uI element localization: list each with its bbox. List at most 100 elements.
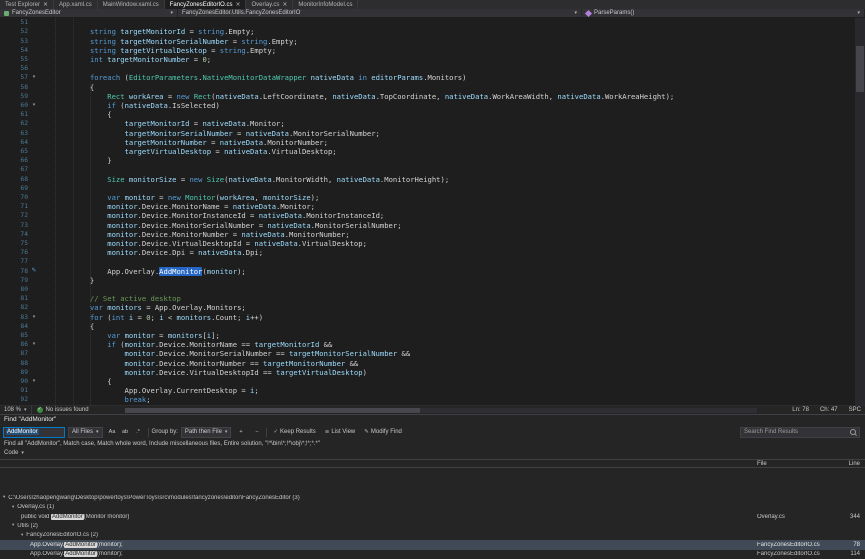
code-line[interactable]: 70 var monitor = new Monitor(workArea, m… (0, 193, 855, 202)
line-number[interactable]: 84 (0, 323, 30, 330)
code-line[interactable]: 78✎ App.Overlay.AddMonitor(monitor); (0, 266, 855, 275)
line-number[interactable]: 54 (0, 47, 30, 54)
code-line[interactable]: 67 (0, 165, 855, 174)
expander-icon[interactable]: ▾ (21, 533, 23, 538)
tab-mainwindow-xaml-cs[interactable]: MainWindow.xaml.cs (98, 0, 165, 9)
code-line[interactable]: 63 targetMonitorSerialNumber = nativeDat… (0, 128, 855, 137)
code-line[interactable]: 79 } (0, 276, 855, 285)
close-icon[interactable]: × (43, 2, 48, 8)
fold-icon[interactable]: ▾ (30, 75, 38, 80)
code-line[interactable]: 51 (0, 18, 855, 27)
tab-test-explorer[interactable]: Test Explorer× (0, 0, 54, 9)
line-number[interactable]: 71 (0, 203, 30, 210)
regex-button[interactable]: .* (132, 427, 145, 438)
collapse-all-button[interactable]: − (250, 427, 263, 438)
code-line[interactable]: 92 break; (0, 395, 855, 404)
code-line[interactable]: 60▾ if (nativeData.IsSelected) (0, 101, 855, 110)
whole-word-button[interactable]: ab (119, 427, 132, 438)
code-line[interactable]: 71 monitor.Device.MonitorName = nativeDa… (0, 202, 855, 211)
code-line[interactable]: 72 monitor.Device.MonitorInstanceId = na… (0, 211, 855, 220)
code-line[interactable]: 56 (0, 64, 855, 73)
line-number[interactable]: 86 (0, 341, 30, 348)
match-case-button[interactable]: Aa (106, 427, 119, 438)
line-number[interactable]: 58 (0, 84, 30, 91)
code-line[interactable]: 64 targetMonitorNumber = nativeData.Moni… (0, 138, 855, 147)
result-row[interactable]: App.Overlay.AddMonitor(monitor);FancyZon… (0, 550, 865, 559)
line-number[interactable]: 55 (0, 56, 30, 63)
code-line[interactable]: 62 targetMonitorId = nativeData.Monitor; (0, 119, 855, 128)
result-row[interactable]: ▾Utils (2) (0, 521, 865, 530)
line-number[interactable]: 77 (0, 258, 30, 265)
line-number[interactable]: 63 (0, 130, 30, 137)
code-line[interactable]: 83▾ for (int i = 0; i < monitors.Count; … (0, 313, 855, 322)
line-number[interactable]: 61 (0, 111, 30, 118)
line-number[interactable]: 88 (0, 360, 30, 367)
line-number[interactable]: 89 (0, 369, 30, 376)
code-line[interactable]: 80 (0, 285, 855, 294)
list-view-button[interactable]: ≡ List View (322, 427, 359, 438)
line-number[interactable]: 65 (0, 148, 30, 155)
line-number[interactable]: 83 (0, 314, 30, 321)
code-line[interactable]: 54 string targetVirtualDesktop = string.… (0, 46, 855, 55)
expand-all-button[interactable]: + (234, 427, 247, 438)
line-number[interactable]: 85 (0, 332, 30, 339)
expander-icon[interactable]: ▾ (12, 505, 14, 510)
code-line[interactable]: 59 Rect workArea = new Rect(nativeData.L… (0, 92, 855, 101)
fold-icon[interactable]: ▾ (30, 315, 38, 320)
line-number[interactable]: 51 (0, 19, 30, 26)
code-line[interactable]: 91 App.Overlay.CurrentDesktop = i; (0, 386, 855, 395)
fold-icon[interactable]: ▾ (30, 342, 38, 347)
code-line[interactable]: 81 // Set active desktop (0, 294, 855, 303)
code-line[interactable]: 58 { (0, 82, 855, 91)
code-line[interactable]: 73 monitor.Device.MonitorSerialNumber = … (0, 220, 855, 229)
scrollbar-thumb[interactable] (856, 46, 864, 92)
code-editor[interactable]: 5152 string targetMonitorId = string.Emp… (0, 18, 865, 405)
fold-icon[interactable]: ▾ (30, 379, 38, 384)
line-number[interactable]: 90 (0, 378, 30, 385)
zoom-control[interactable]: 108 % ▾ (0, 406, 32, 414)
code-line[interactable]: 77 (0, 257, 855, 266)
find-query-input[interactable]: AddMonitor (3, 427, 65, 438)
code-line[interactable]: 88 monitor.Device.MonitorNumber == targe… (0, 359, 855, 368)
file-column-header[interactable]: File (757, 461, 837, 467)
find-results-search-input[interactable]: Search Find Results (740, 427, 860, 438)
line-number[interactable]: 52 (0, 28, 30, 35)
line-number[interactable]: 69 (0, 185, 30, 192)
code-line[interactable]: 89 monitor.Device.VirtualDesktopId == ta… (0, 368, 855, 377)
group-by-dropdown[interactable]: Path then File ▾ (181, 427, 232, 438)
line-number[interactable]: 73 (0, 222, 30, 229)
line-number[interactable]: 80 (0, 286, 30, 293)
code-line[interactable]: 69 (0, 184, 855, 193)
code-line[interactable]: 75 monitor.Device.VirtualDesktopId = nat… (0, 239, 855, 248)
code-line[interactable]: 82 var monitors = App.Overlay.Monitors; (0, 303, 855, 312)
line-number[interactable]: 91 (0, 387, 30, 394)
line-number[interactable]: 92 (0, 396, 30, 403)
code-filter[interactable]: Code ▾ (4, 450, 24, 456)
expander-icon[interactable]: ▾ (12, 523, 14, 528)
tab-fancyzoneseditorio-cs[interactable]: FancyZonesEditorIO.cs× (165, 0, 247, 9)
line-number[interactable]: 75 (0, 240, 30, 247)
code-line[interactable]: 53 string targetMonitorSerialNumber = st… (0, 36, 855, 45)
line-number[interactable]: 62 (0, 120, 30, 127)
line-number[interactable]: 72 (0, 212, 30, 219)
fold-icon[interactable]: ▾ (30, 103, 38, 108)
scope-dropdown[interactable]: All Files ▾ (68, 427, 103, 438)
member-dropdown[interactable]: ParseParams() ▾ (582, 9, 865, 17)
line-number[interactable]: 78 (0, 268, 30, 275)
code-line[interactable]: 87 monitor.Device.MonitorSerialNumber ==… (0, 349, 855, 358)
line-number[interactable]: 79 (0, 277, 30, 284)
result-row[interactable]: App.Overlay.AddMonitor(monitor);FancyZon… (0, 540, 865, 549)
line-column-header[interactable]: Line (837, 461, 865, 467)
editor-vscrollbar[interactable] (855, 18, 865, 405)
code-line[interactable]: 84 { (0, 322, 855, 331)
code-line[interactable]: 55 int targetMonitorNumber = 0; (0, 55, 855, 64)
code-line[interactable]: 52 string targetMonitorId = string.Empty… (0, 27, 855, 36)
tab-overlay-cs[interactable]: Overlay.cs× (246, 0, 293, 9)
result-row[interactable]: ▾Overlay.cs (1) (0, 502, 865, 511)
tab-app-xaml-cs[interactable]: App.xaml.cs (54, 0, 98, 9)
line-number[interactable]: 76 (0, 249, 30, 256)
line-number[interactable]: 60 (0, 102, 30, 109)
line-number[interactable]: 70 (0, 194, 30, 201)
keep-results-button[interactable]: ✓ Keep Results (270, 427, 318, 438)
code-line[interactable]: 85 var monitor = monitors[i]; (0, 331, 855, 340)
